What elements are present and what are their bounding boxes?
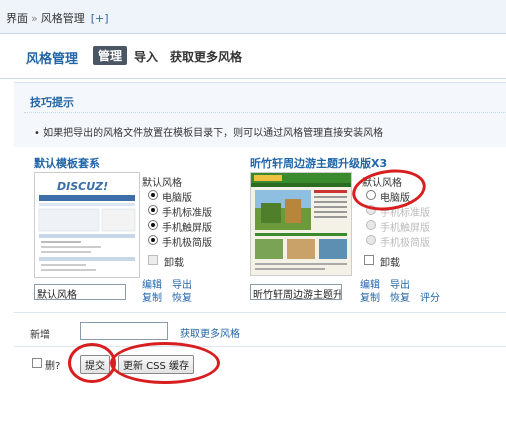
delete-checkbox[interactable] [32, 358, 42, 368]
tips-text-content: 如果把导出的风格文件放置在模板目录下，则可以通过风格管理直接安装风格 [43, 128, 384, 139]
tab-import[interactable]: 导入 [134, 48, 158, 65]
radio-icon[interactable] [148, 205, 158, 215]
radio-icon[interactable] [366, 190, 376, 200]
add-label: 新增 [30, 330, 50, 341]
get-more-styles-link[interactable]: 获取更多风格 [180, 325, 240, 340]
uninstall-checkbox[interactable] [364, 255, 374, 265]
theme-title-default: 默认模板套系 [34, 157, 100, 170]
add-divider [14, 312, 506, 313]
copy-link-default[interactable]: 复制 [142, 289, 162, 304]
radio-icon [366, 220, 376, 230]
tips-title: 技巧提示 [30, 96, 74, 109]
tab-get-more-styles[interactable]: 获取更多风格 [170, 48, 242, 65]
update-css-cache-button[interactable]: 更新 CSS 缓存 [118, 355, 195, 374]
default-style-label-2: 默认风格 [362, 178, 402, 189]
theme-title-xinzhuxuan: 昕竹轩周边游主题升级版X3 [250, 157, 388, 170]
submit-button[interactable]: 提交 [80, 355, 110, 374]
restore-link-xinzhuxuan[interactable]: 恢复 [390, 289, 410, 304]
add-style-input[interactable] [80, 322, 168, 340]
footer-divider [14, 346, 506, 347]
breadcrumb-separator: » [31, 12, 38, 25]
breadcrumb: 界面» 风格管理 [+] [6, 10, 109, 26]
bullet-icon: • [34, 128, 40, 139]
discuz-logo: DISCUZ! [57, 180, 109, 193]
radio-icon[interactable] [148, 235, 158, 245]
default-style-label: 默认风格 [142, 178, 182, 189]
radio-icon [366, 235, 376, 245]
radio-icon [366, 205, 376, 215]
radio-icon[interactable] [148, 190, 158, 200]
tab-manage[interactable]: 管理 [93, 46, 128, 65]
theme-name-input-xinzhuxuan[interactable]: 昕竹轩周边游主题升级版 [250, 284, 342, 300]
breadcrumb-root[interactable]: 界面 [6, 12, 28, 25]
tips-divider [24, 112, 506, 113]
restore-link-default[interactable]: 恢复 [172, 289, 192, 304]
radio-icon[interactable] [148, 220, 158, 230]
rate-link-xinzhuxuan[interactable]: 评分 [420, 289, 440, 304]
page-title: 风格管理 [26, 52, 79, 67]
theme-thumbnail-xinzhuxuan [250, 172, 352, 276]
copy-link-xinzhuxuan[interactable]: 复制 [360, 289, 380, 304]
theme-name-input-default[interactable]: 默认风格 [34, 284, 126, 300]
breadcrumb-add-link[interactable]: [+] [91, 12, 109, 25]
travel-theme-preview-image [251, 173, 351, 275]
breadcrumb-current: 风格管理 [40, 12, 85, 25]
uninstall-checkbox[interactable] [148, 255, 158, 265]
theme-thumbnail-default: DISCUZ! [34, 172, 140, 278]
tips-text: • 如果把导出的风格文件放置在模板目录下，则可以通过风格管理直接安装风格 [34, 124, 383, 139]
